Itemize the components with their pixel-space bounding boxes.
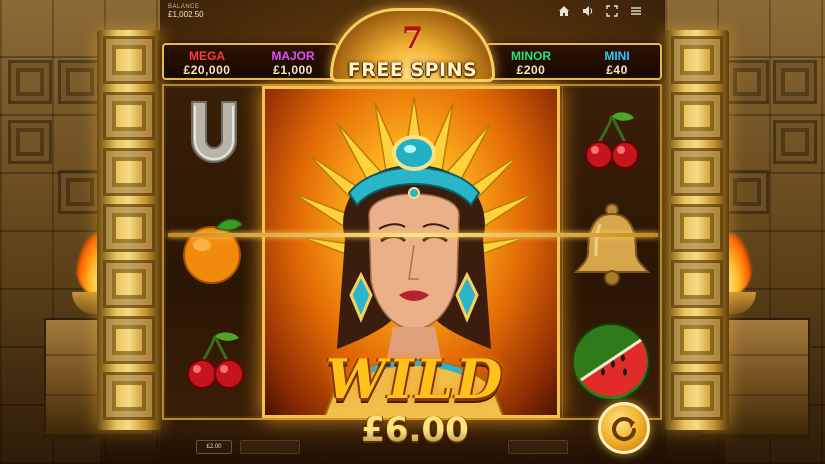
bottom-info-slot [240, 440, 300, 454]
reel-divider [562, 86, 563, 418]
horseshoe-symbol [178, 96, 250, 176]
jackpot-mega-label: MEGA [189, 49, 225, 63]
top-controls [557, 4, 643, 18]
wall-glyph [773, 60, 817, 104]
bottom-info-slot [508, 440, 568, 454]
balance-display: BALANCE £1,002.50 [168, 4, 204, 19]
bell-symbol [566, 200, 658, 292]
orange-symbol [178, 215, 248, 285]
wall-glyph [8, 60, 52, 104]
cherries-symbol [584, 110, 640, 172]
free-spins-count: 7 [402, 21, 423, 56]
jackpot-minor: MINOR £200 [490, 47, 572, 78]
free-spins-label: FREE SPINS [347, 59, 478, 81]
wall-glyph [725, 60, 769, 104]
golden-pillar-left [97, 30, 161, 430]
jackpot-mini-label: MINI [604, 49, 630, 63]
jackpot-mini-value: £40 [606, 63, 628, 77]
jackpot-major-value: £1,000 [273, 63, 313, 77]
cherries-symbol [185, 330, 247, 392]
jackpot-major-label: MAJOR [271, 49, 315, 63]
payline [168, 233, 658, 237]
jackpot-minor-label: MINOR [511, 49, 551, 63]
jackpot-mega-value: £20,000 [183, 63, 231, 77]
wall-glyph [8, 120, 52, 164]
wall-glyph [725, 170, 769, 214]
jackpot-bar-left: MEGA £20,000 MAJOR £1,000 [162, 43, 338, 80]
jackpot-bar-right: MINOR £200 MINI £40 [486, 43, 662, 80]
wall-glyph [58, 170, 102, 214]
jackpot-mini: MINI £40 [576, 47, 658, 78]
sound-icon[interactable] [581, 4, 595, 18]
jackpot-mega: MEGA £20,000 [166, 47, 248, 78]
wall-glyph [58, 60, 102, 104]
bet-display[interactable]: £2.00 [196, 440, 232, 454]
balance-value: £1,002.50 [168, 10, 204, 19]
spin-button[interactable] [598, 402, 650, 454]
wild-label: WILD [325, 347, 505, 411]
home-icon[interactable] [557, 4, 571, 18]
jackpot-major: MAJOR £1,000 [252, 47, 334, 78]
jackpot-minor-value: £200 [516, 63, 546, 77]
fullscreen-icon[interactable] [605, 4, 619, 18]
wall-glyph [773, 120, 817, 164]
golden-pillar-right [665, 30, 729, 430]
watermelon-symbol [567, 318, 655, 402]
refresh-icon [612, 417, 636, 442]
menu-icon[interactable] [629, 4, 643, 18]
